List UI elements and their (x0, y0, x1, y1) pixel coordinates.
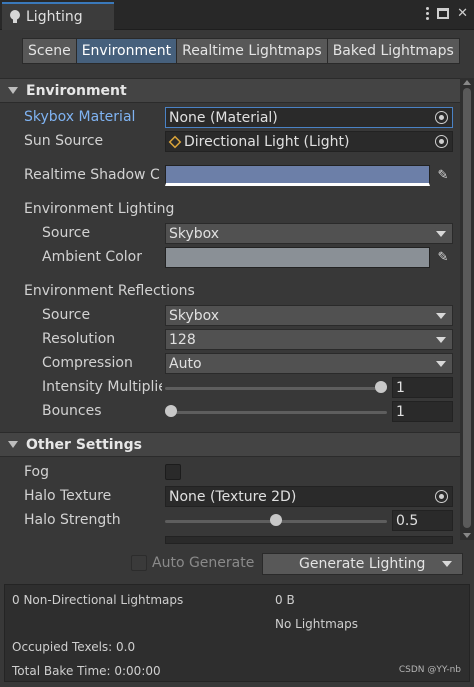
bounces-slider-track[interactable] (165, 411, 387, 414)
env-reflections-header-row: Environment Reflections (0, 281, 460, 303)
fog-checkbox[interactable] (165, 464, 181, 480)
occupied-texels: Occupied Texels: 0.0 (12, 640, 136, 654)
auto-generate-label: Auto Generate (152, 555, 255, 571)
maximize-icon[interactable] (437, 8, 450, 19)
eyedropper-icon[interactable]: ✎ (432, 247, 454, 268)
intensity-slider-track[interactable] (165, 387, 387, 390)
bounces-slider-thumb[interactable] (165, 405, 177, 417)
scrollbar-thumb[interactable] (463, 88, 471, 528)
inspector-content: Environment Skybox Material None (Materi… (0, 78, 460, 580)
tab-scene[interactable]: Scene (22, 38, 77, 64)
lightbulb-icon (10, 10, 20, 24)
halo-texture-field[interactable]: None (Texture 2D) (165, 486, 453, 507)
compression-row: Compression Auto (0, 353, 460, 375)
total-bake-time: Total Bake Time: 0:00:00 (12, 664, 161, 678)
object-picker-icon[interactable] (435, 111, 448, 124)
generate-lighting-button[interactable]: Generate Lighting (262, 553, 463, 575)
halo-strength-slider-thumb[interactable] (270, 514, 282, 526)
lighting-tabs: Scene Environment Realtime Lightmaps Bak… (22, 38, 460, 64)
env-lighting-source-label: Source (42, 225, 91, 241)
window-title: Lighting (26, 9, 83, 25)
halo-strength-label: Halo Strength (24, 512, 121, 528)
intensity-label: Intensity Multiplie (42, 379, 162, 395)
realtime-shadow-label: Realtime Shadow C (24, 167, 160, 183)
foldout-arrow-icon (8, 87, 18, 94)
ambient-color-row: Ambient Color ✎ (0, 247, 460, 269)
resolution-label: Resolution (42, 331, 116, 347)
title-bar: Lighting ✕ (0, 0, 474, 30)
skybox-material-row: Skybox Material None (Material) (0, 107, 460, 129)
partial-field (165, 536, 453, 544)
watermark: CSDN @YY-nb (398, 665, 461, 675)
sun-source-field[interactable]: Directional Light (Light) (165, 131, 453, 152)
fog-label: Fog (24, 464, 50, 480)
window-buttons: ✕ (425, 6, 468, 21)
env-lighting-header: Environment Lighting (24, 201, 175, 217)
tab-baked-lightmaps[interactable]: Baked Lightmaps (326, 38, 460, 64)
intensity-input[interactable]: 1 (392, 377, 453, 398)
generate-bar: Auto Generate Generate Lighting (0, 552, 474, 578)
resolution-row: Resolution 128 (0, 329, 460, 351)
bounces-row: Bounces 1 (0, 401, 460, 423)
realtime-shadow-color-swatch[interactable] (165, 165, 430, 186)
non-directional-lightmaps: 0 Non-Directional Lightmaps (12, 593, 184, 607)
chevron-down-icon (436, 337, 446, 343)
lightmap-stats-panel: 0 Non-Directional Lightmaps 0 B No Light… (4, 584, 470, 682)
fog-row: Fog (0, 462, 460, 484)
sun-source-row: Sun Source Directional Light (Light) (0, 131, 460, 153)
window-tab[interactable]: Lighting (2, 2, 114, 30)
kebab-menu-icon[interactable] (425, 7, 429, 20)
reflection-source-row: Source Skybox (0, 305, 460, 327)
halo-strength-input[interactable]: 0.5 (392, 510, 453, 531)
section-title: Environment (26, 82, 127, 99)
object-picker-icon[interactable] (435, 490, 448, 503)
object-picker-icon[interactable] (435, 135, 448, 148)
skybox-material-field[interactable]: None (Material) (165, 107, 453, 128)
eyedropper-icon[interactable]: ✎ (432, 165, 454, 186)
tab-environment[interactable]: Environment (75, 38, 178, 64)
tab-realtime-lightmaps[interactable]: Realtime Lightmaps (176, 38, 328, 64)
env-reflections-header: Environment Reflections (24, 283, 195, 299)
auto-generate-checkbox[interactable] (131, 555, 147, 571)
chevron-down-icon[interactable] (442, 561, 452, 567)
close-icon[interactable]: ✕ (457, 6, 468, 21)
halo-strength-row: Halo Strength 0.5 (0, 510, 460, 532)
ambient-color-swatch[interactable] (165, 247, 430, 268)
no-lightmaps-text: No Lightmaps (275, 617, 358, 631)
chevron-down-icon (436, 313, 446, 319)
resolution-dropdown[interactable]: 128 (165, 329, 453, 350)
compression-dropdown[interactable]: Auto (165, 353, 453, 374)
realtime-shadow-row: Realtime Shadow C ✎ (0, 165, 460, 187)
env-lighting-source-dropdown[interactable]: Skybox (165, 223, 453, 244)
foldout-arrow-icon (8, 441, 18, 448)
chevron-down-icon (436, 361, 446, 367)
intensity-slider-thumb[interactable] (375, 381, 387, 393)
ambient-color-label: Ambient Color (42, 249, 142, 265)
chevron-down-icon (436, 231, 446, 237)
lightmap-size: 0 B (275, 593, 295, 607)
bounces-input[interactable]: 1 (392, 401, 453, 422)
sun-source-label: Sun Source (24, 133, 104, 149)
reflection-source-dropdown[interactable]: Skybox (165, 305, 453, 326)
halo-texture-label: Halo Texture (24, 488, 112, 504)
light-icon (168, 135, 182, 148)
vertical-scrollbar[interactable] (460, 78, 474, 540)
reflection-source-label: Source (42, 307, 91, 323)
env-lighting-source-row: Source Skybox (0, 223, 460, 245)
bounces-label: Bounces (42, 403, 102, 419)
halo-texture-row: Halo Texture None (Texture 2D) (0, 486, 460, 508)
scroll-up-icon[interactable] (463, 80, 471, 85)
scroll-down-icon[interactable] (463, 533, 471, 538)
other-settings-section-header[interactable]: Other Settings (0, 432, 460, 457)
compression-label: Compression (42, 355, 133, 371)
environment-section-header[interactable]: Environment (0, 78, 460, 103)
section-title: Other Settings (26, 436, 142, 453)
env-lighting-header-row: Environment Lighting (0, 199, 460, 221)
skybox-material-label: Skybox Material (24, 109, 136, 125)
intensity-row: Intensity Multiplie 1 (0, 377, 460, 399)
